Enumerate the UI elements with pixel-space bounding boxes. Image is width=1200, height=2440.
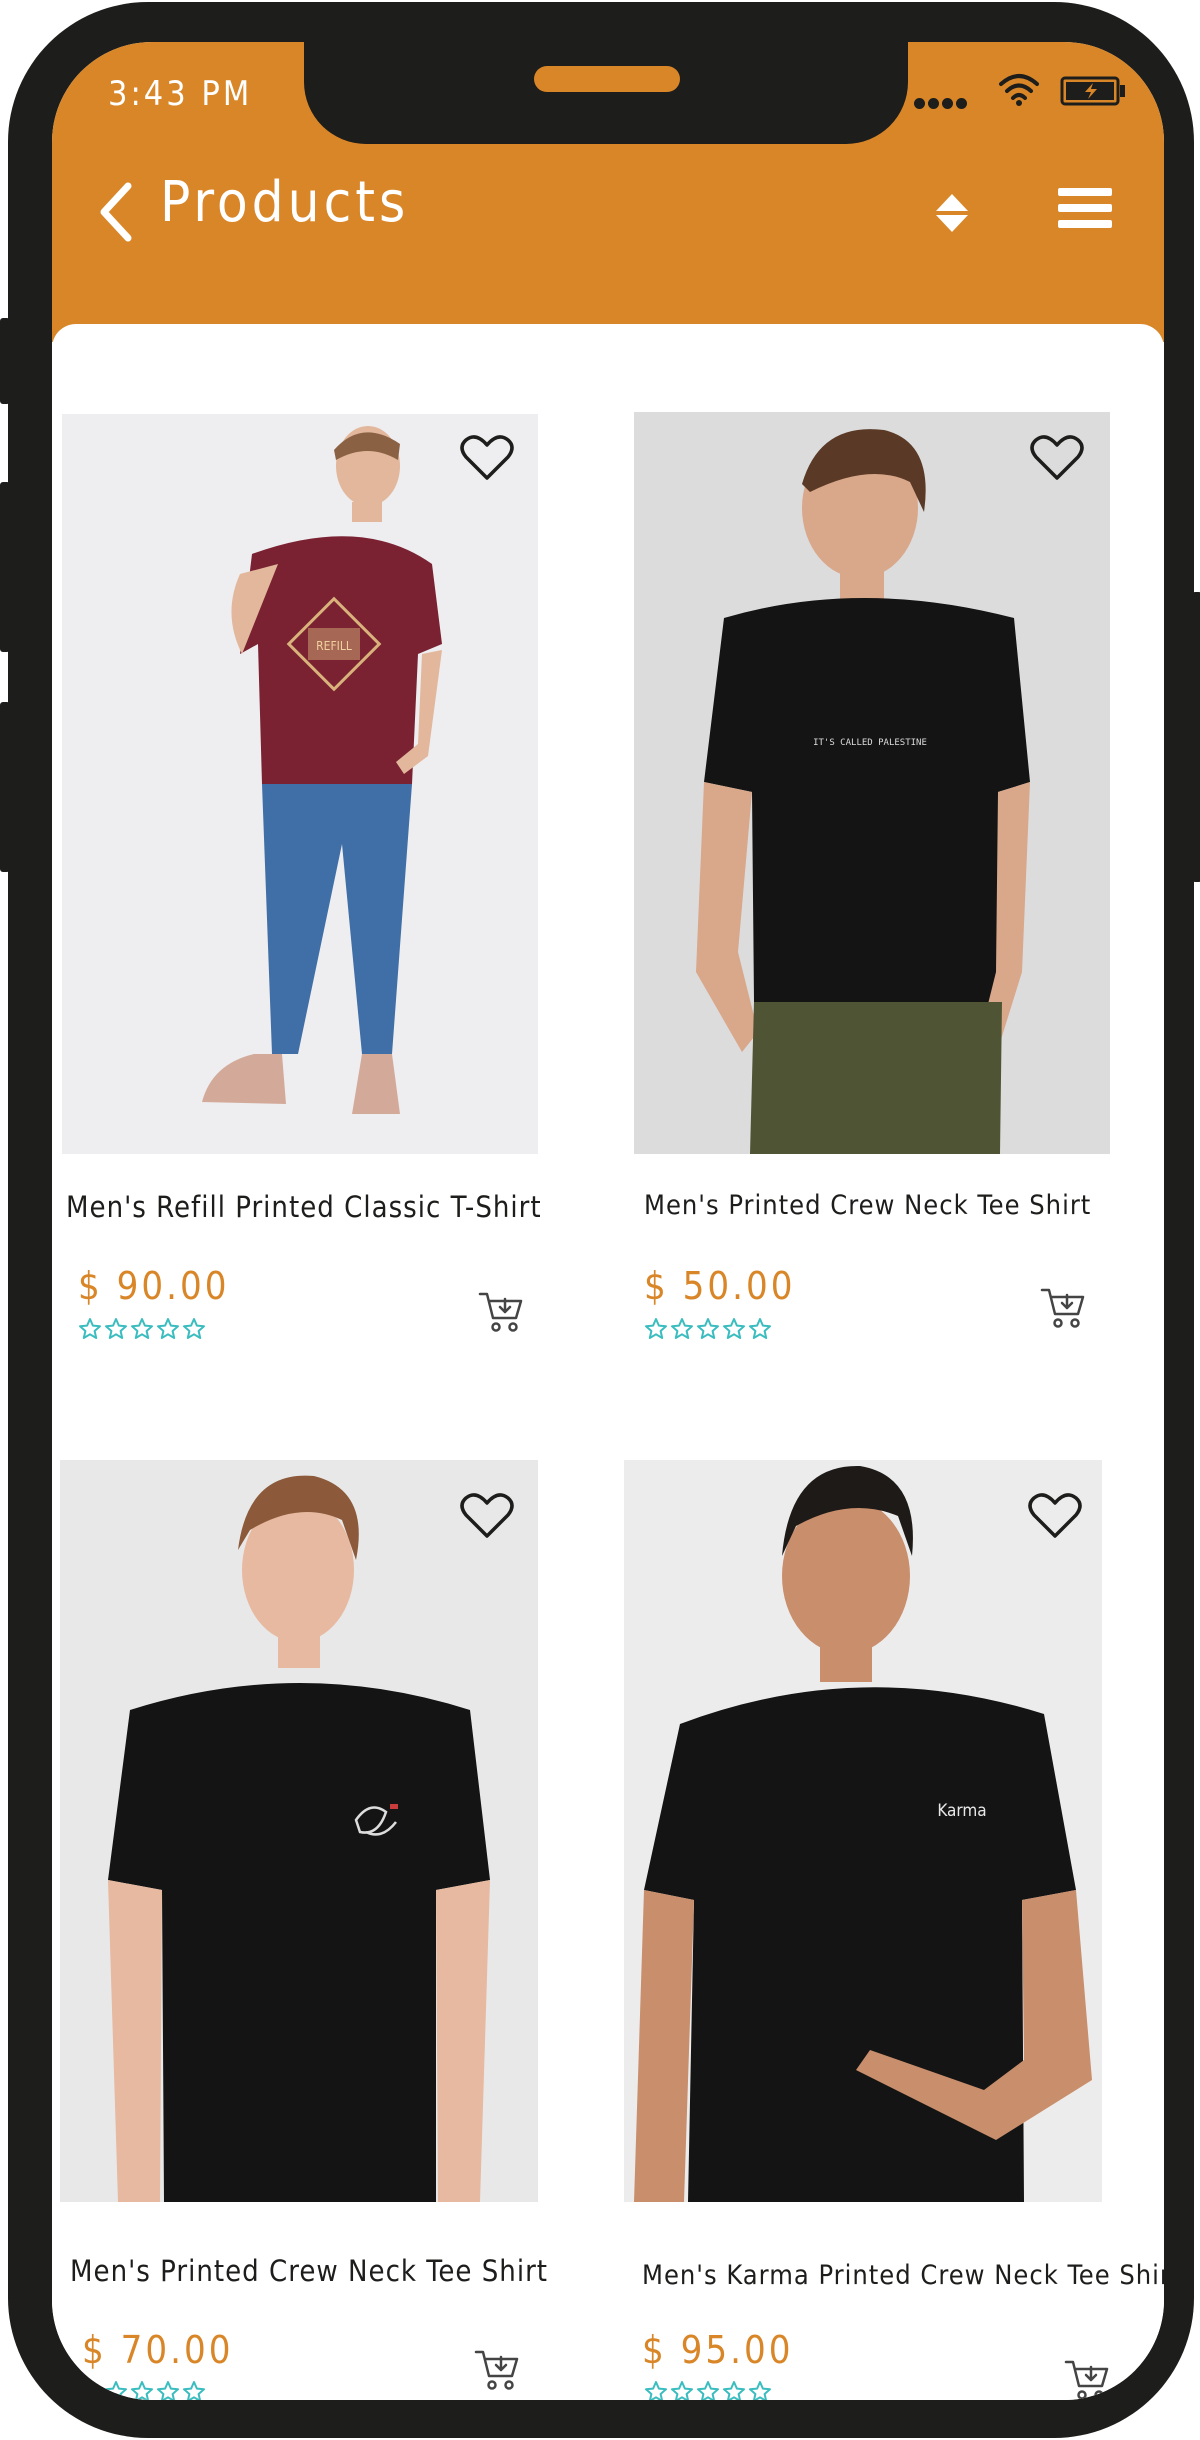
- product-image[interactable]: REFILL: [62, 414, 538, 1154]
- phone-frame: 3:43 PM Products REFILL Men's Refill Pri…: [0, 2, 1200, 2438]
- star-outline-icon: [749, 2381, 771, 2400]
- star-outline-icon: [157, 1318, 179, 1339]
- star-outline-icon: [131, 1318, 153, 1339]
- product-image[interactable]: IT'S CALLED PALESTINE: [634, 412, 1110, 1154]
- star-rating: [78, 1317, 206, 1341]
- signal-dots-icon: [914, 94, 970, 113]
- star-rating: [644, 2380, 772, 2400]
- product-image[interactable]: [60, 1460, 538, 2202]
- star-outline-icon: [157, 2381, 179, 2400]
- hamburger-menu-button[interactable]: [1058, 188, 1112, 228]
- product-card[interactable]: IT'S CALLED PALESTINE Men's Printed Crew…: [634, 412, 1110, 1344]
- star-outline-icon: [723, 1318, 745, 1339]
- star-outline-icon: [697, 1318, 719, 1339]
- power-button: [1192, 592, 1200, 882]
- product-name[interactable]: Men's Printed Crew Neck Tee Shirt: [644, 1190, 1091, 1221]
- product-name[interactable]: Men's Karma Printed Crew Neck Tee Shirt: [642, 2260, 1164, 2291]
- star-rating: [644, 1317, 772, 1341]
- product-price: $ 50.00: [644, 1264, 796, 1308]
- battery-charging-icon: [1060, 76, 1125, 106]
- favorite-heart-icon[interactable]: [460, 1492, 514, 1540]
- star-outline-icon: [645, 1318, 667, 1339]
- back-button[interactable]: [94, 180, 138, 244]
- status-time: 3:43 PM: [108, 74, 253, 114]
- page-title: Products: [160, 170, 410, 235]
- star-outline-icon: [79, 2381, 101, 2400]
- product-photo-model: IT'S CALLED PALESTINE: [696, 429, 1030, 1154]
- volume-up-button: [0, 482, 10, 652]
- star-outline-icon: [749, 1318, 771, 1339]
- product-price: $ 95.00: [642, 2328, 794, 2372]
- favorite-heart-icon[interactable]: [1028, 1492, 1082, 1540]
- app-header: 3:43 PM Products: [52, 42, 1164, 342]
- product-price: $ 70.00: [82, 2328, 234, 2372]
- star-outline-icon: [131, 2381, 153, 2400]
- star-outline-icon: [697, 2381, 719, 2400]
- star-outline-icon: [79, 1318, 101, 1339]
- product-grid: REFILL Men's Refill Printed Classic T-Sh…: [52, 324, 1164, 2400]
- svg-text:IT'S CALLED PALESTINE: IT'S CALLED PALESTINE: [813, 738, 927, 748]
- volume-down-button: [0, 702, 10, 872]
- product-card[interactable]: REFILL Men's Refill Printed Classic T-Sh…: [62, 414, 541, 1344]
- star-outline-icon: [671, 2381, 693, 2400]
- star-outline-icon: [183, 2381, 205, 2400]
- product-card[interactable]: Karma Men's Karma Printed Crew Neck Tee …: [624, 1460, 1164, 2400]
- svg-text:Karma: Karma: [937, 1801, 986, 1821]
- add-to-cart-icon[interactable]: [1064, 2358, 1110, 2400]
- add-to-cart-icon[interactable]: [474, 2348, 520, 2392]
- star-outline-icon: [183, 1318, 205, 1339]
- product-photo-model: REFILL: [202, 426, 442, 1114]
- product-photo-model: Karma: [634, 1465, 1092, 2202]
- product-name[interactable]: Men's Refill Printed Classic T-Shirt: [66, 1190, 542, 1224]
- star-rating: [78, 2380, 206, 2400]
- product-card[interactable]: Men's Printed Crew Neck Tee Shirt $ 70.0…: [60, 1460, 547, 2400]
- wifi-icon: [999, 74, 1039, 106]
- star-outline-icon: [645, 2381, 667, 2400]
- star-outline-icon: [671, 1318, 693, 1339]
- favorite-heart-icon[interactable]: [460, 434, 514, 482]
- camera-notch: [304, 42, 908, 144]
- star-outline-icon: [723, 2381, 745, 2400]
- add-to-cart-icon[interactable]: [478, 1290, 524, 1334]
- product-image[interactable]: Karma: [624, 1460, 1102, 2202]
- product-photo-model: [108, 1475, 490, 2202]
- mute-switch: [0, 318, 10, 404]
- screen: 3:43 PM Products REFILL Men's Refill Pri…: [52, 42, 1164, 2400]
- product-name[interactable]: Men's Printed Crew Neck Tee Shirt: [70, 2254, 548, 2288]
- add-to-cart-icon[interactable]: [1040, 1286, 1086, 1330]
- product-price: $ 90.00: [78, 1264, 230, 1308]
- speaker-slot: [534, 66, 680, 92]
- svg-text:REFILL: REFILL: [316, 639, 352, 653]
- sort-button[interactable]: [932, 192, 972, 234]
- star-outline-icon: [105, 2381, 127, 2400]
- star-outline-icon: [105, 1318, 127, 1339]
- favorite-heart-icon[interactable]: [1030, 434, 1084, 482]
